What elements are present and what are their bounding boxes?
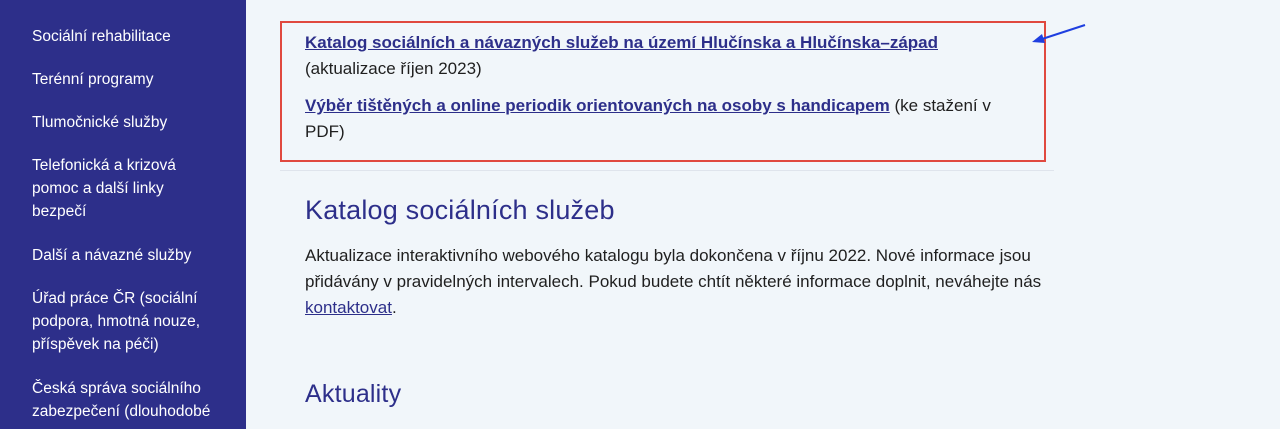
catalog-description-end: . bbox=[391, 298, 397, 317]
sidebar-item-interpreting-services[interactable]: Tlumočnické služby bbox=[32, 111, 222, 134]
periodicals-link[interactable]: Výběr tištěných a online periodik orient… bbox=[305, 96, 890, 115]
catalog-hlucinsko-note: (aktualizace říjen 2023) bbox=[305, 59, 482, 78]
catalog-description: Aktualizace interaktivního webového kata… bbox=[305, 243, 1065, 321]
sidebar-item-other-services[interactable]: Další a návazné služby bbox=[32, 244, 222, 267]
catalog-description-text: Aktualizace interaktivního webového kata… bbox=[305, 246, 1042, 291]
news-heading: Aktuality bbox=[305, 380, 402, 408]
annotation-arrow-icon bbox=[1032, 24, 1086, 43]
periodicals-download-entry: Výběr tištěných a online periodik orient… bbox=[305, 93, 1025, 145]
sidebar-item-social-security[interactable]: Česká správa sociálního zabezpečení (dlo… bbox=[32, 377, 222, 423]
sidebar-item-field-programs[interactable]: Terénní programy bbox=[32, 68, 222, 91]
contact-link[interactable]: kontaktovat bbox=[305, 298, 392, 317]
catalog-hlucinsko-link[interactable]: Katalog sociálních a návazných služeb na… bbox=[305, 33, 938, 52]
catalog-download-entry: Katalog sociálních a návazných služeb na… bbox=[305, 30, 1025, 82]
sidebar-item-social-rehabilitation[interactable]: Sociální rehabilitace bbox=[32, 25, 222, 48]
catalog-heading: Katalog sociálních služeb bbox=[305, 195, 615, 225]
sidebar-item-crisis-helplines[interactable]: Telefonická a krizová pomoc a další link… bbox=[32, 154, 222, 223]
sidebar-item-labour-office[interactable]: Úřad práce ČR (sociální podpora, hmotná … bbox=[32, 287, 222, 356]
sidebar-nav: Sociální rehabilitace Terénní programy T… bbox=[0, 0, 246, 429]
divider bbox=[280, 170, 1054, 171]
